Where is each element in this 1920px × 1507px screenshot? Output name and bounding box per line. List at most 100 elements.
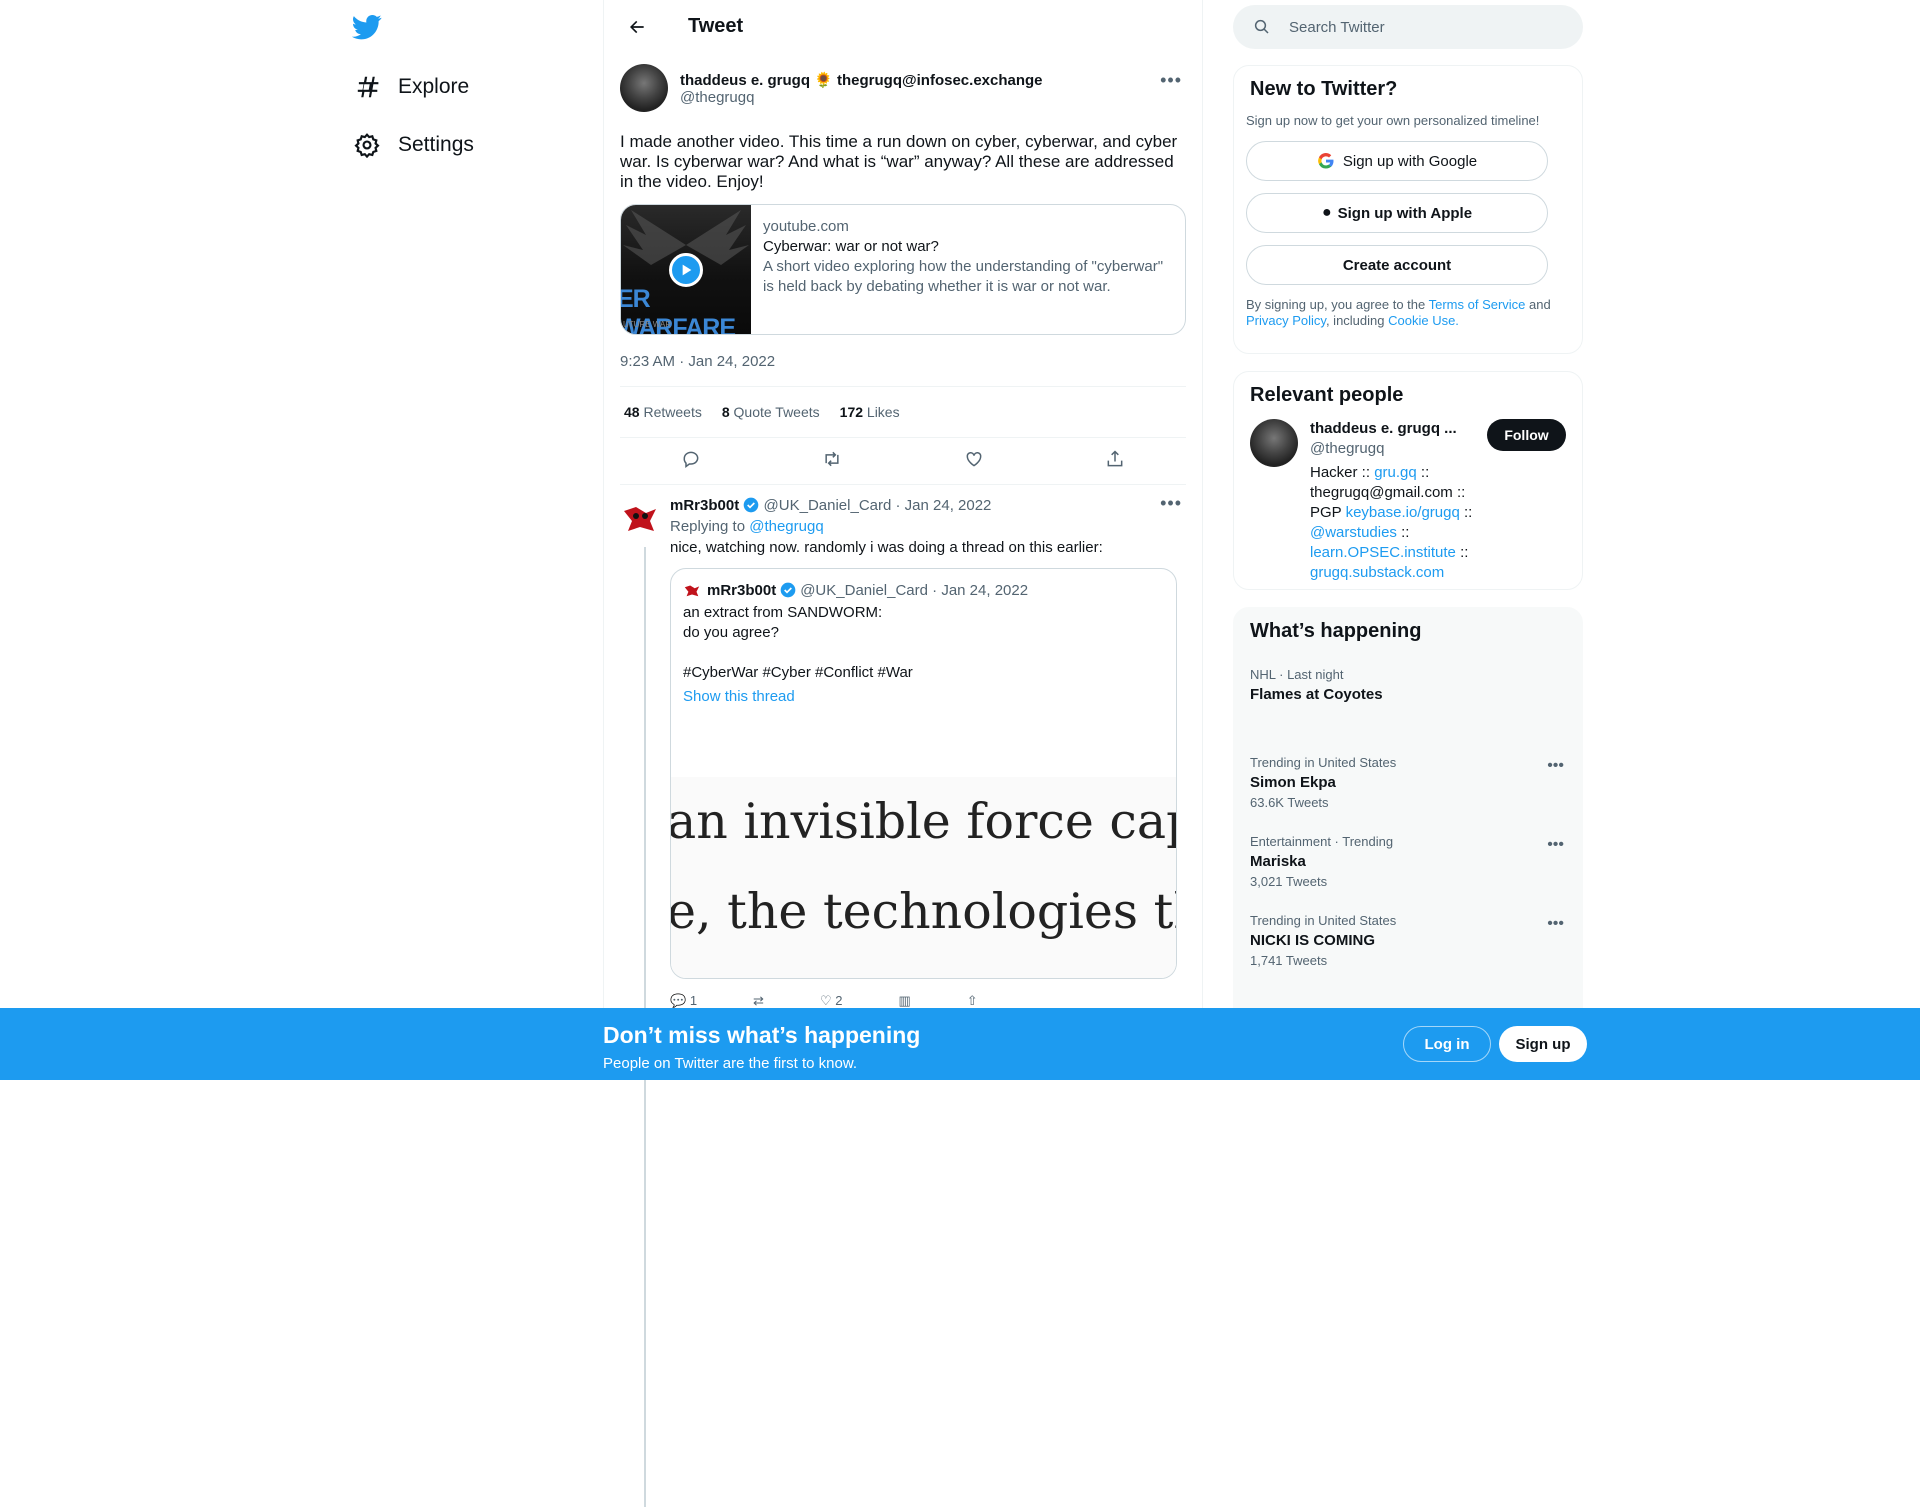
search-box[interactable]: Search Twitter (1233, 5, 1583, 49)
trend-more-icon[interactable]: ••• (1547, 836, 1564, 854)
bio-part-1: Hacker :: (1310, 464, 1375, 481)
quoted-author-name: mRr3b00t (707, 581, 777, 599)
reply-retweet-icon[interactable]: ⇄ (753, 993, 764, 1009)
link-card[interactable]: ER WARFARE UTURE WAR youtube.com Cyberwa… (620, 204, 1186, 335)
bio-link-grugq[interactable]: gru.gq (1374, 464, 1417, 481)
reply-tweet: mRr3b00t @UK_Daniel_Card · Jan 24, 2022 … (604, 485, 1202, 1507)
bio-link-substack[interactable]: grugq.substack.com (1310, 564, 1444, 581)
replying-to-link[interactable]: @thegrugq (749, 518, 823, 535)
replying-prefix: Replying to (670, 518, 750, 535)
search-icon (1253, 18, 1271, 36)
trend-more-icon[interactable]: ••• (1547, 757, 1564, 775)
legal-part-3: , including (1325, 313, 1389, 328)
reply-avatar[interactable] (620, 497, 660, 537)
trend-more-icon[interactable]: ••• (1547, 915, 1564, 933)
tweet-text: I made another video. This time a run do… (620, 132, 1178, 191)
whats-happening-title: What’s happening (1250, 620, 1422, 642)
relevant-avatar[interactable] (1250, 419, 1298, 467)
reply-more-options-icon[interactable]: ••• (1160, 493, 1182, 514)
relevant-people-title: Relevant people (1250, 384, 1404, 406)
relevant-name[interactable]: thaddeus e. grugq ... (1310, 419, 1480, 439)
signup-google-button[interactable]: Sign up with Google (1246, 141, 1548, 181)
quoted-line-2: do you agree? (683, 624, 779, 641)
reply-reply-count: 1 (689, 993, 698, 1008)
new-to-twitter-subtitle: Sign up now to get your own personalized… (1246, 113, 1540, 128)
quoted-text: an extract from SANDWORM: do you agree? … (671, 599, 1176, 707)
trend-item[interactable]: Trending in United States NICKI IS COMIN… (1234, 901, 1582, 980)
whats-happening-panel: What’s happening NHL · Last night Flames… (1233, 607, 1583, 1027)
tweet-timestamp[interactable]: 9:23 AM · Jan 24, 2022 (620, 353, 1186, 387)
trend-name: NICKI IS COMING (1250, 932, 1376, 949)
bio-link-opsec[interactable]: learn.OPSEC.institute (1310, 544, 1456, 561)
trend-item[interactable]: Trending in United States Simon Ekpa 63.… (1234, 743, 1582, 822)
quoted-verified-icon (780, 582, 796, 598)
reply-like-button[interactable]: ♡ 2 (820, 993, 843, 1009)
reply-author-name[interactable]: mRr3b00t (670, 497, 739, 514)
reply-handle-date[interactable]: @UK_Daniel_Card · Jan 24, 2022 (764, 497, 992, 514)
quotes-stat[interactable]: 8 Quote Tweets (722, 404, 820, 420)
cookie-link[interactable]: Cookie Use. (1388, 313, 1459, 328)
thumbnail-subtitle: UTURE WAR (623, 320, 672, 329)
author-handle[interactable]: @thegrugq (680, 89, 1043, 106)
signup-button[interactable]: Sign up (1499, 1026, 1587, 1062)
nav-settings[interactable]: Settings (352, 120, 474, 170)
play-icon[interactable] (669, 253, 703, 287)
likes-stat[interactable]: 172 Likes (840, 404, 900, 420)
bio-link-keybase[interactable]: keybase.io/grugq (1346, 504, 1460, 521)
quoted-line-1: an extract from SANDWORM: (683, 604, 883, 621)
search-placeholder[interactable]: Search Twitter (1289, 19, 1385, 36)
signup-google-label: Sign up with Google (1342, 152, 1478, 170)
create-account-button[interactable]: Create account (1246, 245, 1548, 285)
trend-item[interactable]: NHL · Last night Flames at Coyotes (1234, 655, 1582, 743)
card-description: A short video exploring how the understa… (763, 258, 1164, 295)
reply-share-icon[interactable]: ⇧ (967, 993, 978, 1009)
share-icon[interactable] (1105, 449, 1125, 474)
retweet-icon[interactable] (822, 449, 842, 474)
video-thumbnail[interactable]: ER WARFARE UTURE WAR (621, 205, 751, 334)
relevant-person[interactable]: thaddeus e. grugq ... @thegrugq Hacker :… (1234, 419, 1582, 583)
trend-context: Trending in United States (1250, 755, 1397, 770)
retweets-stat[interactable]: 48 Retweets (624, 404, 702, 420)
nav-explore[interactable]: Explore (352, 62, 469, 112)
privacy-link[interactable]: Privacy Policy (1246, 313, 1326, 328)
back-arrow-icon[interactable] (620, 10, 654, 44)
follow-button[interactable]: Follow (1487, 419, 1566, 451)
reply-icon[interactable] (681, 449, 701, 474)
quoted-image[interactable]: an invisible force cap e, the technologi… (671, 777, 1177, 978)
reply-reply-button[interactable]: 💬 1 (670, 993, 697, 1009)
page-title: Tweet (688, 15, 744, 37)
author-name[interactable]: thaddeus e. grugq 🌻 thegrugq@infosec.exc… (680, 71, 1043, 89)
avatar[interactable] (620, 64, 668, 112)
tweet-actions (620, 438, 1186, 485)
trend-name: Flames at Coyotes (1250, 686, 1383, 703)
gear-icon (352, 130, 382, 160)
quoted-tweet[interactable]: mRr3b00t @UK_Daniel_Card · Jan 24, 2022 … (670, 568, 1177, 979)
likes-label: Likes (866, 404, 900, 420)
verified-badge-icon (744, 497, 759, 513)
tweet-stats: 48 Retweets 8 Quote Tweets 172 Likes (620, 387, 1186, 438)
quoted-image-line-1: an invisible force cap (671, 793, 1177, 850)
page-header: Tweet (604, 0, 1202, 53)
bio-link-warstudies[interactable]: @warstudies (1310, 524, 1397, 541)
signup-apple-button[interactable]: ● Sign up with Apple (1246, 193, 1548, 233)
twitter-logo-icon[interactable] (351, 12, 384, 44)
reply-analytics-icon[interactable]: ▥ (898, 993, 910, 1009)
trend-context: NHL · Last night (1250, 667, 1344, 682)
like-icon[interactable] (964, 449, 984, 474)
main-tweet: thaddeus e. grugq 🌻 thegrugq@infosec.exc… (604, 64, 1202, 485)
login-button[interactable]: Log in (1403, 1026, 1491, 1062)
new-to-twitter-title: New to Twitter? (1250, 78, 1398, 100)
quoted-image-line-2: e, the technologies th (671, 883, 1177, 940)
hashtag-icon (352, 72, 382, 102)
retweets-count: 48 (624, 404, 640, 420)
trend-count: 1,741 Tweets (1250, 953, 1328, 968)
relevant-handle[interactable]: @thegrugq (1310, 439, 1480, 459)
terms-link[interactable]: Terms of Service (1429, 297, 1526, 312)
show-thread-link[interactable]: Show this thread (683, 687, 1164, 707)
trend-item[interactable]: Entertainment · Trending Mariska 3,021 T… (1234, 822, 1582, 901)
card-title: Cyberwar: war or not war? (763, 238, 939, 255)
more-options-icon[interactable]: ••• (1160, 70, 1182, 91)
quotes-count: 8 (721, 404, 730, 420)
banner-title: Don’t miss what’s happening (603, 1022, 921, 1048)
reply-like-count: 2 (835, 993, 843, 1008)
